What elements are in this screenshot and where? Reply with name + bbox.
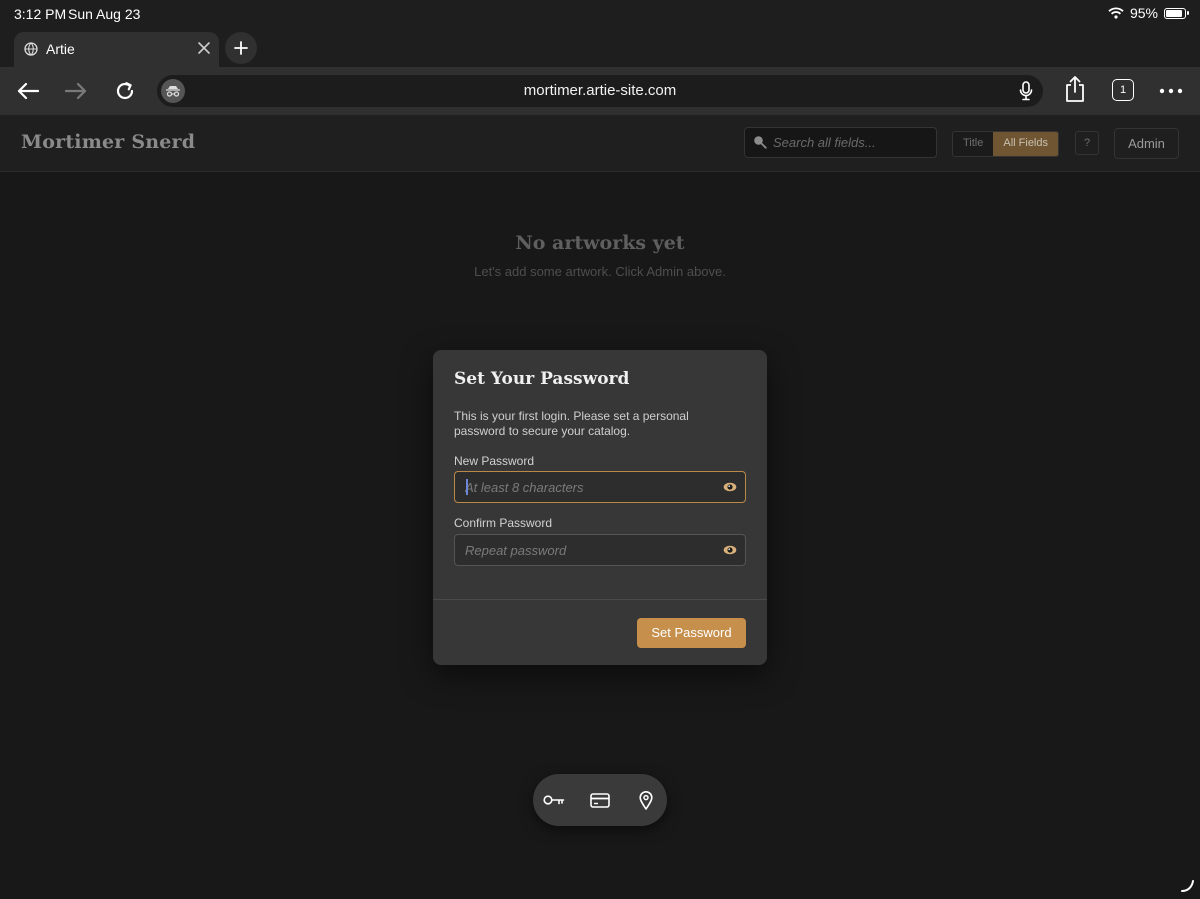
empty-state-subtitle: Let's add some artwork. Click Admin abov… xyxy=(474,264,726,279)
empty-state-title: No artworks yet xyxy=(515,232,685,254)
address-bar[interactable]: mortimer.artie-site.com xyxy=(157,75,1043,107)
site-header: Mortimer Snerd Title All Fields ? Admin xyxy=(0,115,1200,172)
key-icon[interactable] xyxy=(543,790,565,810)
site-title[interactable]: Mortimer Snerd xyxy=(21,131,195,153)
search-box[interactable] xyxy=(744,127,937,158)
admin-button[interactable]: Admin xyxy=(1114,128,1179,159)
set-password-button[interactable]: Set Password xyxy=(637,618,746,648)
share-icon[interactable] xyxy=(1061,75,1089,103)
status-date: Sun Aug 23 xyxy=(68,6,141,22)
confirm-password-label: Confirm Password xyxy=(454,516,553,530)
eye-icon[interactable] xyxy=(723,545,737,555)
new-password-field[interactable] xyxy=(454,471,746,503)
reload-icon[interactable] xyxy=(111,77,139,105)
text-caret xyxy=(466,479,468,495)
dialog-title: Set Your Password xyxy=(454,369,630,389)
location-pin-icon[interactable] xyxy=(635,790,657,810)
confirm-password-input[interactable] xyxy=(465,535,710,565)
confirm-password-field[interactable] xyxy=(454,534,746,566)
status-bar: 3:12 PM Sun Aug 23 95% xyxy=(0,0,1200,30)
search-mode-toggle: Title All Fields xyxy=(952,131,1059,157)
forward-arrow-icon[interactable] xyxy=(62,77,90,105)
browser-toolbar: mortimer.artie-site.com 1 xyxy=(0,67,1200,115)
credit-card-icon[interactable] xyxy=(589,790,611,810)
autofill-bar xyxy=(533,774,667,826)
battery-icon xyxy=(1164,7,1189,19)
new-password-label: New Password xyxy=(454,454,535,468)
new-password-input[interactable] xyxy=(465,472,710,502)
globe-icon xyxy=(24,42,38,56)
url-text: mortimer.artie-site.com xyxy=(523,82,677,99)
search-icon xyxy=(753,135,767,149)
tab-title: Artie xyxy=(46,41,75,57)
plus-icon xyxy=(234,41,248,55)
set-password-dialog: Set Your Password This is your first log… xyxy=(433,350,767,665)
new-tab-button[interactable] xyxy=(225,32,257,64)
tabs-overview-button[interactable]: 1 xyxy=(1112,79,1134,101)
search-mode-title[interactable]: Title xyxy=(953,132,994,156)
back-arrow-icon[interactable] xyxy=(14,77,42,105)
close-icon[interactable] xyxy=(197,41,211,55)
dialog-description: This is your first login. Please set a p… xyxy=(454,409,689,438)
tab-strip: Artie xyxy=(0,30,1200,67)
help-button[interactable]: ? xyxy=(1075,131,1099,155)
search-input[interactable] xyxy=(773,128,931,157)
status-time: 3:12 PM xyxy=(14,6,67,22)
microphone-icon[interactable] xyxy=(1019,81,1033,101)
search-mode-all-fields[interactable]: All Fields xyxy=(993,132,1058,156)
status-indicators: 95% xyxy=(1108,5,1189,21)
browser-tab[interactable]: Artie xyxy=(14,32,219,67)
battery-percent: 95% xyxy=(1129,5,1158,21)
wifi-icon xyxy=(1108,7,1124,19)
more-icon[interactable] xyxy=(1157,77,1185,105)
eye-icon[interactable] xyxy=(723,482,737,492)
dialog-divider xyxy=(433,599,767,600)
resize-handle-icon[interactable] xyxy=(1180,879,1196,893)
